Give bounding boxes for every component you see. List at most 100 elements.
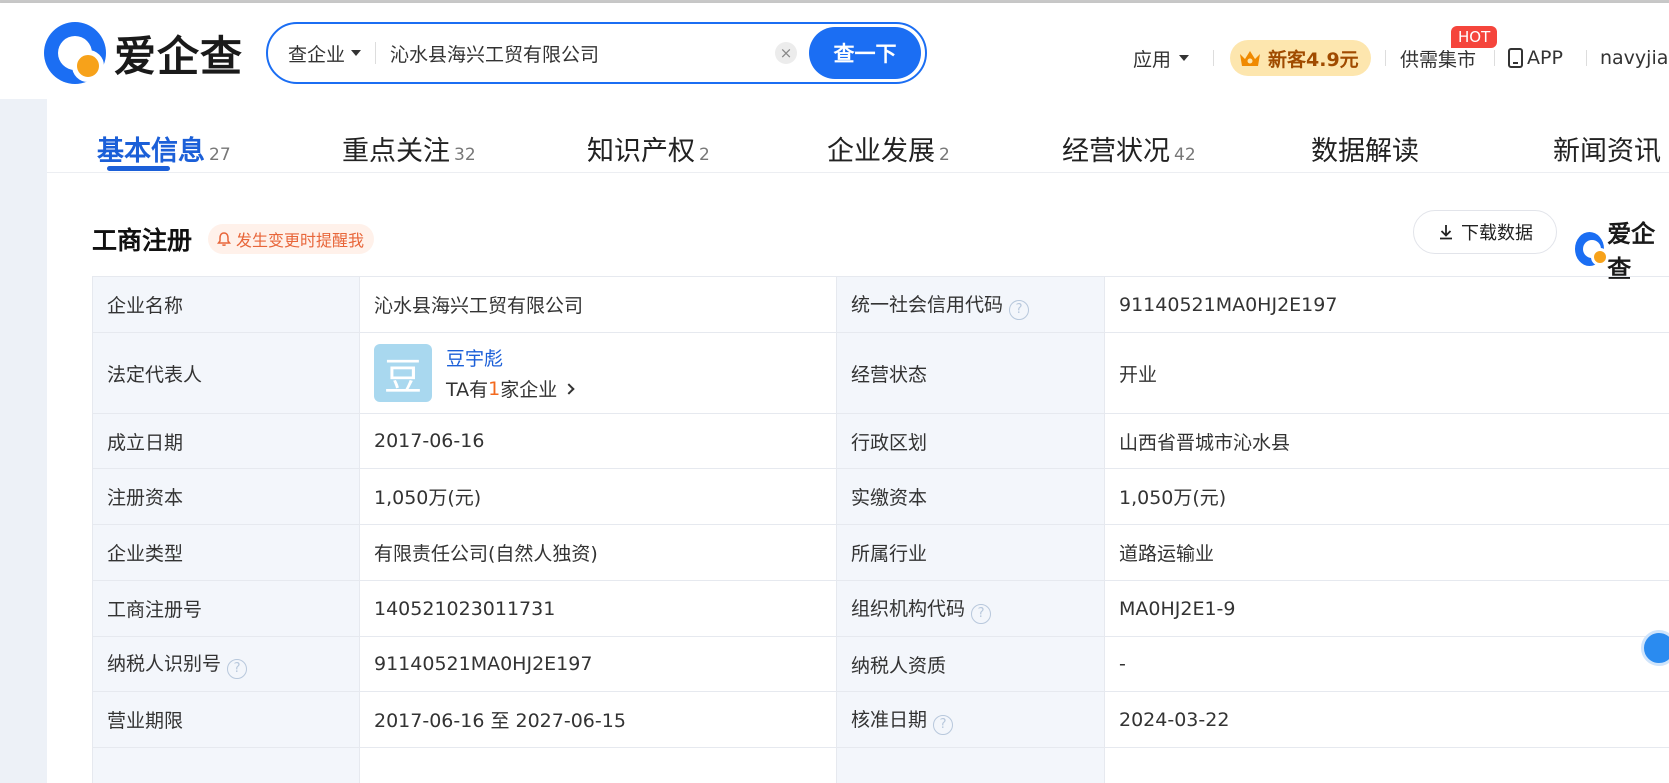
download-icon <box>1440 225 1452 240</box>
tab-count: 42 <box>1174 145 1196 165</box>
site-header: 爱企查 查企业 × 查一下 应用 新客4.9元 供需集市 HOT APP nav… <box>0 3 1669 99</box>
tab-label: 重点关注 <box>342 136 450 167</box>
field-label: 注册资本 <box>92 468 360 525</box>
section-title: 工商注册 <box>92 226 193 255</box>
legal-rep-companies-link[interactable]: TA有 1 家企业 <box>446 375 575 402</box>
field-value <box>359 747 837 783</box>
clear-search-button[interactable]: × <box>775 42 797 64</box>
nav-app-label: 应用 <box>1133 48 1172 71</box>
username: navyjian <box>1600 47 1669 69</box>
tab-intellectual-property[interactable]: 知识产权 2 <box>587 129 710 168</box>
field-label: 纳税人识别号? <box>92 636 360 692</box>
tab-news[interactable]: 新闻资讯 <box>1553 129 1661 168</box>
nav-divider <box>1586 50 1587 66</box>
field-label-text: 组织机构代码 <box>851 597 966 620</box>
help-icon[interactable]: ? <box>971 603 992 624</box>
logo-magnifier-icon <box>1575 232 1610 266</box>
admin-region-value: 山西省晋城市沁水县 <box>1104 413 1669 469</box>
search-type-label: 查企业 <box>288 43 346 66</box>
help-icon[interactable]: ? <box>227 659 248 679</box>
field-label: 法定代表人 <box>92 332 360 414</box>
help-icon[interactable]: ? <box>1009 299 1030 320</box>
table-row: 成立日期 2017-06-16 行政区划 山西省晋城市沁水县 <box>92 413 1669 469</box>
tab-label: 基本信息 <box>97 136 205 167</box>
download-label: 下载数据 <box>1461 223 1533 244</box>
field-label <box>92 747 360 783</box>
table-row: 工商注册号 140521023011731 组织机构代码? MA0HJ2E1-9 <box>92 580 1669 637</box>
operating-status-value: 开业 <box>1104 332 1669 414</box>
bell-icon <box>217 232 231 246</box>
business-registration-table: 企业名称 沁水县海兴工贸有限公司 统一社会信用代码? 91140521MA0HJ… <box>92 276 1669 783</box>
field-label: 核准日期? <box>836 691 1105 748</box>
nav-user-menu[interactable]: navyjian <box>1600 41 1669 75</box>
nav-divider <box>1213 50 1214 66</box>
left-gutter <box>0 99 47 783</box>
main-panel: 基本信息 27 重点关注 32 知识产权 2 企业发展 2 经营状况 42 数据解读 新闻… <box>47 99 1669 783</box>
nav-app-menu[interactable]: 应用 <box>1133 41 1190 75</box>
avatar[interactable]: 豆 <box>374 344 432 402</box>
market-label: 供需集市 <box>1400 48 1477 71</box>
floating-assistant-button[interactable] <box>1641 630 1669 666</box>
new-customer-promo[interactable]: 新客4.9元 <box>1230 40 1371 76</box>
app-download-label: APP <box>1527 47 1563 69</box>
table-row: 法定代表人 豆 豆宇彪 TA有 1 家企业 经营状态 开业 <box>92 332 1669 414</box>
search-input[interactable] <box>390 42 775 64</box>
business-term-value: 2017-06-16 至 2027-06-15 <box>359 691 837 748</box>
tab-key-focus[interactable]: 重点关注 32 <box>342 129 476 168</box>
field-label: 经营状态 <box>836 332 1105 414</box>
field-label: 纳税人资质 <box>836 636 1105 692</box>
legal-rep-name-link[interactable]: 豆宇彪 <box>446 344 573 371</box>
search-type-dropdown[interactable]: 查企业 <box>268 24 362 82</box>
field-label-text: 核准日期 <box>851 708 928 731</box>
field-label <box>836 747 1105 783</box>
remind-label: 发生变更时提醒我 <box>236 231 365 250</box>
rep-sub-suffix: 家企业 <box>500 379 558 401</box>
download-data-button[interactable]: 下载数据 <box>1413 210 1557 254</box>
field-label-text: 纳税人识别号 <box>107 653 222 675</box>
help-icon[interactable]: ? <box>933 714 954 735</box>
search-divider <box>375 42 377 64</box>
approval-date-value: 2024-03-22 <box>1104 691 1669 748</box>
registration-number-value: 140521023011731 <box>359 580 837 637</box>
phone-icon <box>1508 48 1523 68</box>
company-type-value: 有限责任公司(自然人独资) <box>359 524 837 581</box>
search-button[interactable]: 查一下 <box>809 27 921 79</box>
field-value <box>1104 747 1669 783</box>
search-bar: 查企业 × 查一下 <box>266 22 927 84</box>
change-reminder-button[interactable]: 发生变更时提醒我 <box>208 224 375 254</box>
field-label: 工商注册号 <box>92 580 360 637</box>
active-tab-indicator <box>107 166 170 171</box>
chevron-down-icon <box>1179 55 1190 61</box>
tab-enterprise-development[interactable]: 企业发展 2 <box>827 129 950 168</box>
org-code-value: MA0HJ2E1-9 <box>1104 580 1669 637</box>
credit-code-value: 91140521MA0HJ2E197 <box>1104 276 1669 333</box>
nav-divider <box>1385 50 1386 66</box>
field-label: 行政区划 <box>836 413 1105 469</box>
rep-sub-prefix: TA有 <box>446 379 489 401</box>
tab-count: 2 <box>939 145 950 165</box>
field-label: 实缴资本 <box>836 468 1105 525</box>
industry-value: 道路运输业 <box>1104 524 1669 581</box>
watermark-logo-text: 爱企查 <box>1607 220 1656 283</box>
site-logo[interactable]: 爱企查 <box>44 21 243 85</box>
company-name-value: 沁水县海兴工贸有限公司 <box>359 276 837 333</box>
chevron-right-icon <box>563 382 575 395</box>
tab-count: 32 <box>454 145 476 165</box>
logo-text: 爱企查 <box>114 31 244 81</box>
hot-badge: HOT <box>1451 26 1498 48</box>
tab-data-interpretation[interactable]: 数据解读 <box>1311 129 1419 168</box>
table-row <box>92 747 1669 783</box>
field-label: 统一社会信用代码? <box>836 276 1105 333</box>
nav-divider <box>1494 50 1495 66</box>
tab-business-status[interactable]: 经营状况 42 <box>1062 129 1196 168</box>
section-tabs: 基本信息 27 重点关注 32 知识产权 2 企业发展 2 经营状况 42 数据解读 新闻… <box>47 99 1669 173</box>
nav-app-download[interactable]: APP <box>1508 41 1563 75</box>
tab-basic-info[interactable]: 基本信息 27 <box>97 129 231 168</box>
tab-label: 数据解读 <box>1311 136 1419 167</box>
tab-label: 知识产权 <box>587 136 695 167</box>
table-row: 纳税人识别号? 91140521MA0HJ2E197 纳税人资质 - <box>92 636 1669 692</box>
tab-label: 企业发展 <box>827 136 935 167</box>
chevron-down-icon <box>351 50 362 56</box>
field-label-text: 统一社会信用代码 <box>851 293 1004 316</box>
founding-date-value: 2017-06-16 <box>359 413 837 469</box>
